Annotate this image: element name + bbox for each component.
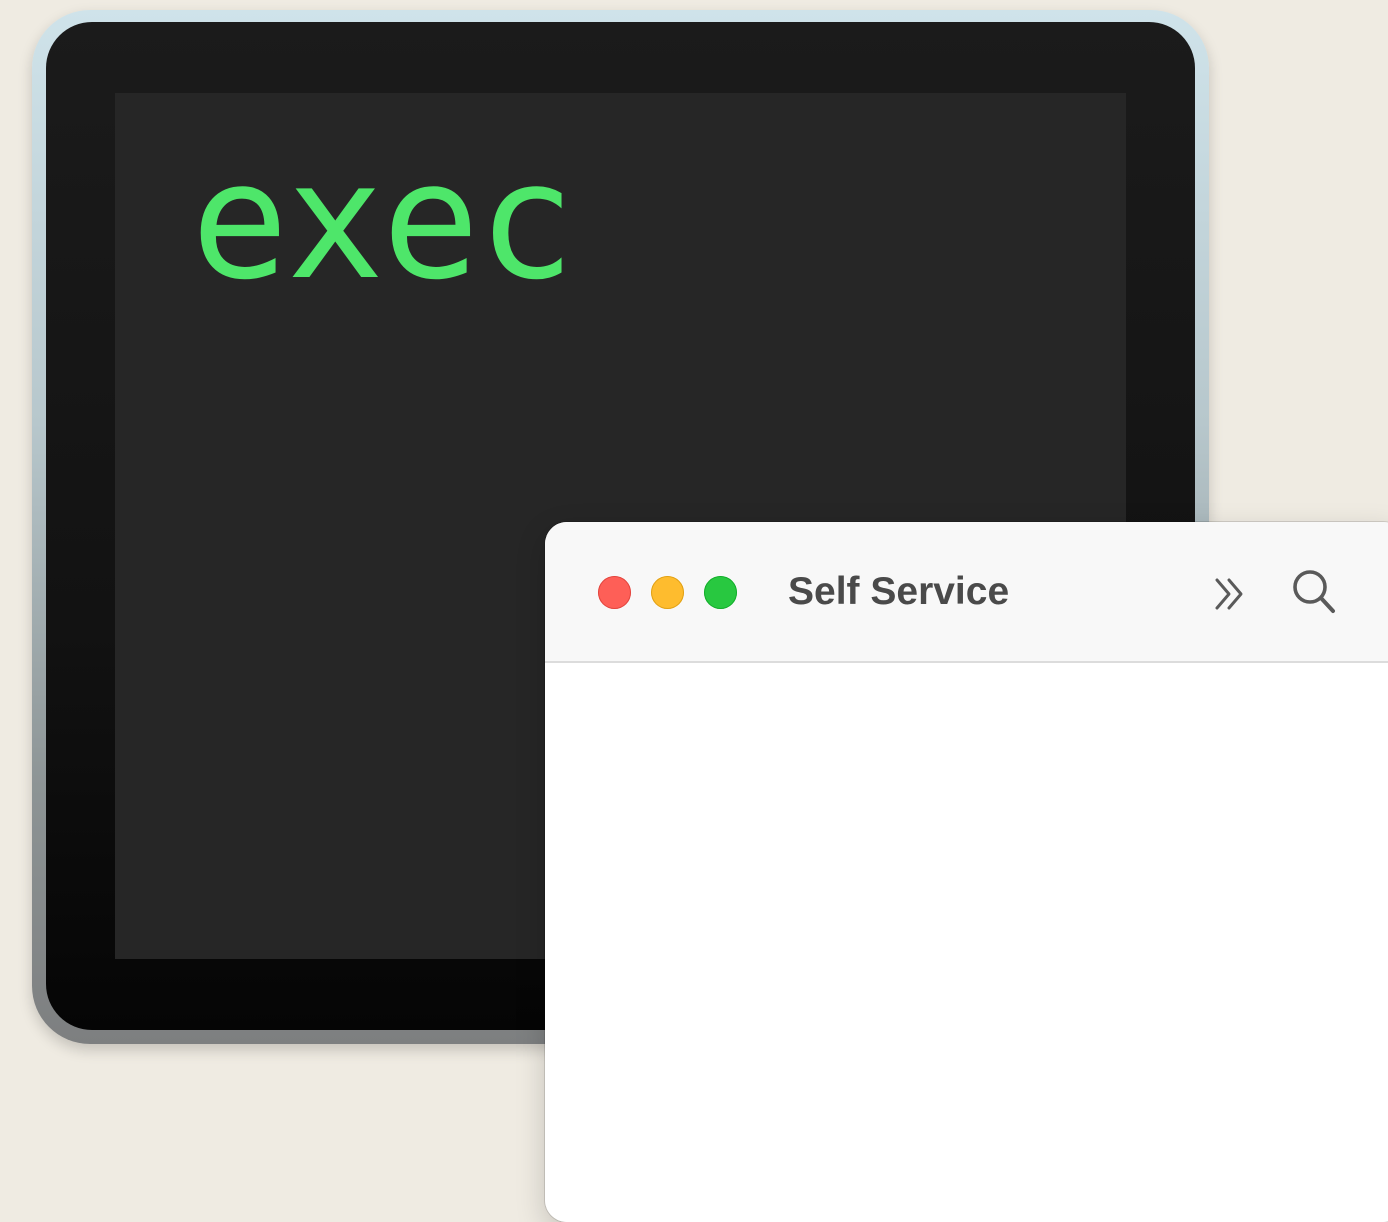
search-icon — [1289, 570, 1341, 621]
window-minimize-button[interactable] — [651, 576, 684, 609]
window-titlebar[interactable]: Self Service — [545, 522, 1388, 663]
chevron-double-right-icon — [1209, 578, 1253, 619]
window-zoom-button[interactable] — [704, 576, 737, 609]
self-service-window: Self Service — [545, 522, 1388, 1222]
window-content-area — [545, 663, 1388, 1222]
window-title: Self Service — [788, 570, 1010, 613]
toolbar-search-button[interactable] — [1289, 566, 1341, 618]
terminal-screen-text: exec — [191, 128, 575, 316]
toolbar-overflow-button[interactable] — [1209, 572, 1253, 616]
window-close-button[interactable] — [598, 576, 631, 609]
